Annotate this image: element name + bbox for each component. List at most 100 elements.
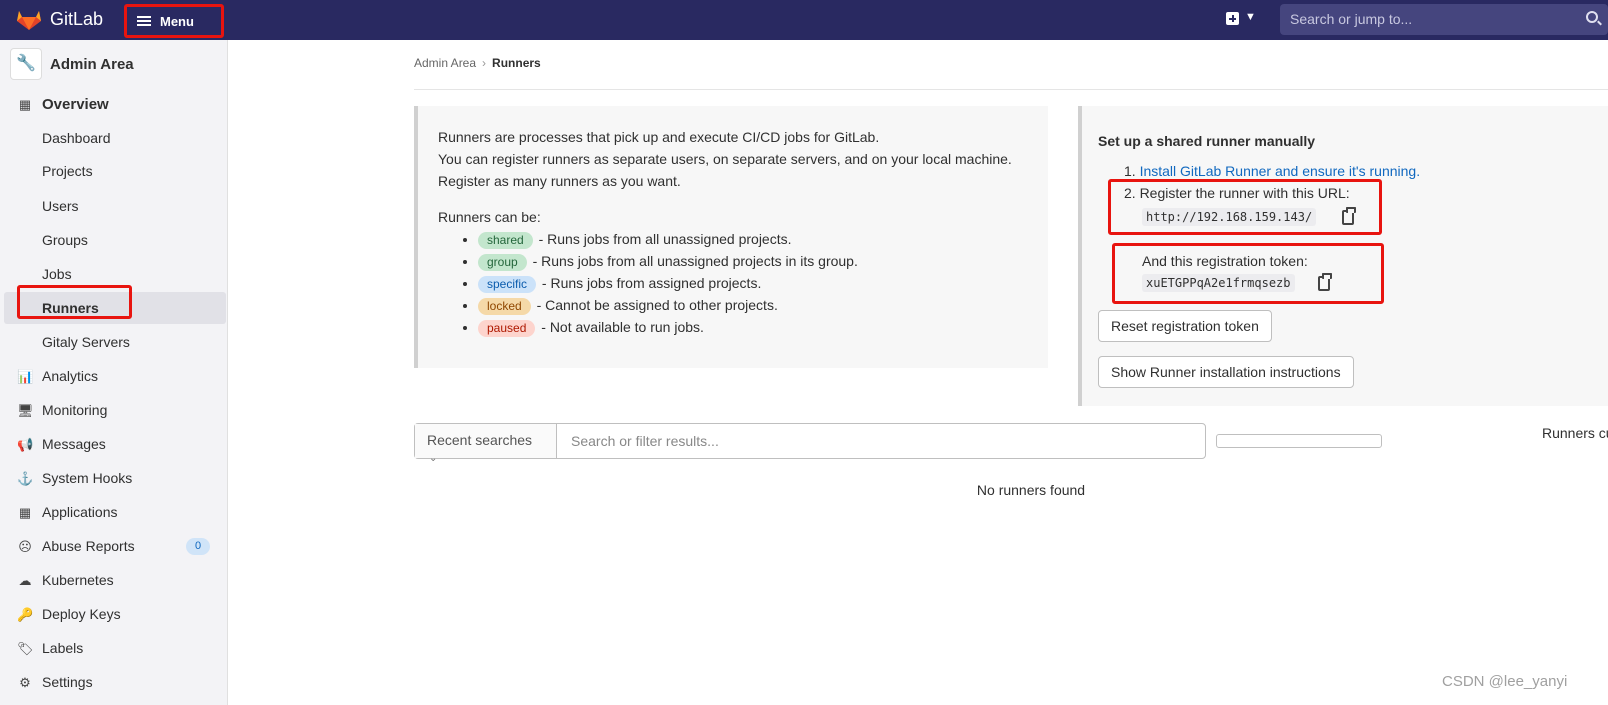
sidebar-item-overview[interactable]: ▦ Overview <box>4 88 226 120</box>
plus-square-icon <box>1226 12 1239 25</box>
hook-icon: ⚓ <box>17 471 34 486</box>
info-line-1: Runners are processes that pick up and e… <box>438 129 880 145</box>
sidebar-item-label: Groups <box>42 232 88 248</box>
key-icon: 🔑 <box>17 607 34 622</box>
runner-type-description: - Runs jobs from all unassigned projects… <box>534 231 792 247</box>
sidebar-item-label: Messages <box>42 436 106 452</box>
search-icon <box>1586 11 1598 23</box>
sidebar-item-users[interactable]: Users <box>4 190 226 222</box>
sidebar-item-label: Settings <box>42 674 93 690</box>
list-item: locked - Cannot be assigned to other pro… <box>478 294 1028 316</box>
sidebar-item-label: Projects <box>42 163 93 179</box>
runners-highlight-box <box>17 285 132 319</box>
breadcrumb-parent[interactable]: Admin Area <box>414 56 476 70</box>
shared-badge: shared <box>478 232 533 249</box>
watermark: CSDN @lee_yanyi <box>1442 673 1568 690</box>
reset-registration-token-button[interactable]: Reset registration token <box>1098 310 1272 342</box>
chevron-down-icon: ⌄ <box>429 453 438 464</box>
overview-icon: ▦ <box>18 97 32 112</box>
sidebar-item-label: Dashboard <box>42 130 111 146</box>
menu-button[interactable]: Menu <box>124 4 224 38</box>
sidebar-item-system-hooks[interactable]: ⚓ System Hooks <box>4 462 226 494</box>
sidebar-item-label: Gitaly Servers <box>42 334 130 350</box>
step-number: 1. <box>1124 163 1136 179</box>
runner-type-description: - Runs jobs from assigned projects. <box>538 275 762 291</box>
info-line-3: Register as many runners as you want. <box>438 173 681 189</box>
runner-types-list: shared - Runs jobs from all unassigned p… <box>438 228 1028 338</box>
list-item: group - Runs jobs from all unassigned pr… <box>478 250 1028 272</box>
list-item: paused - Not available to run jobs. <box>478 316 1028 338</box>
sidebar-item-gitaly-servers[interactable]: Gitaly Servers <box>4 326 226 358</box>
label-icon: 🏷 <box>17 641 34 656</box>
sidebar-item-applications[interactable]: ▦ Applications <box>4 496 226 528</box>
empty-state-message: No runners found <box>976 482 1086 498</box>
setup-step-1: 1. Install GitLab Runner and ensure it's… <box>1124 163 1420 179</box>
sidebar-item-analytics[interactable]: 📊 Analytics <box>4 360 226 392</box>
runners-filter-bar: Recent searches ⌄ Search or filter resul… <box>414 423 1206 464</box>
info-line-2: You can register runners as separate use… <box>438 151 1012 167</box>
sidebar-item-abuse-reports[interactable]: ☹ Abuse Reports 0 <box>4 530 226 562</box>
sidebar-item-deploy-keys[interactable]: 🔑 Deploy Keys <box>4 598 226 630</box>
sidebar-item-label: Abuse Reports <box>42 538 135 554</box>
sidebar-item-settings[interactable]: ⚙ Settings <box>4 666 226 698</box>
new-dropdown-button[interactable]: ▼ <box>1222 11 1258 29</box>
locked-badge: locked <box>478 298 531 315</box>
sidebar-item-messages[interactable]: 📢 Messages <box>4 428 226 460</box>
sidebar-item-projects[interactable]: Projects <box>4 155 226 187</box>
sort-dropdown[interactable] <box>1216 434 1382 448</box>
sidebar-item-groups[interactable]: Groups <box>4 224 226 256</box>
url-highlight-box <box>1108 179 1382 235</box>
sidebar-item-label: Kubernetes <box>42 572 114 588</box>
frown-icon: ☹ <box>18 539 32 554</box>
filter-search-input[interactable]: Search or filter results... <box>571 433 719 449</box>
show-installation-instructions-button[interactable]: Show Runner installation instructions <box>1098 356 1354 388</box>
recent-searches-dropdown[interactable]: Recent searches ⌄ <box>415 424 557 464</box>
gear-icon: ⚙ <box>19 675 31 690</box>
sidebar-item-monitoring[interactable]: 🖥 Monitoring <box>4 394 226 426</box>
sidebar-title: Admin Area <box>50 56 134 73</box>
abuse-reports-count-badge: 0 <box>186 538 210 555</box>
runners-can-be-label: Runners can be: <box>438 209 541 225</box>
chevron-down-icon: ▼ <box>1245 11 1256 23</box>
sidebar-item-label: Jobs <box>42 266 72 282</box>
breadcrumb-separator-icon: › <box>482 56 487 70</box>
runner-type-description: - Not available to run jobs. <box>537 319 704 335</box>
sidebar: 🔧 Admin Area ▦ Overview Dashboard Projec… <box>0 40 228 705</box>
sidebar-item-label: Deploy Keys <box>42 606 121 622</box>
chart-icon: 📊 <box>17 369 34 384</box>
gitlab-logo-icon[interactable] <box>16 7 42 31</box>
setup-title: Set up a shared runner manually <box>1098 133 1316 149</box>
sidebar-item-label: System Hooks <box>42 470 133 486</box>
top-navbar: GitLab Menu ▼ Search or jump to... <box>0 0 1608 40</box>
runner-type-description: - Cannot be assigned to other projects. <box>532 297 778 313</box>
list-item: specific - Runs jobs from assigned proje… <box>478 272 1028 294</box>
sidebar-item-label: Monitoring <box>42 402 108 418</box>
search-placeholder: Search or jump to... <box>1290 11 1413 27</box>
runner-type-description: - Runs jobs from all unassigned projects… <box>528 253 858 269</box>
sidebar-item-labels[interactable]: 🏷 Labels <box>4 632 226 664</box>
header-divider <box>414 89 1608 90</box>
sidebar-header[interactable]: 🔧 Admin Area <box>8 48 220 82</box>
paused-badge: paused <box>478 320 536 337</box>
install-runner-link[interactable]: Install GitLab Runner and ensure it's ru… <box>1140 163 1421 179</box>
wrench-icon: 🔧 <box>10 48 42 80</box>
list-item: shared - Runs jobs from all unassigned p… <box>478 228 1028 250</box>
sidebar-item-label: Labels <box>42 640 84 656</box>
sidebar-item-kubernetes[interactable]: ☁ Kubernetes <box>4 564 226 596</box>
hamburger-icon <box>137 16 151 26</box>
sidebar-item-label: Overview <box>42 96 109 113</box>
grid-icon: ▦ <box>18 505 32 520</box>
sidebar-item-label: Applications <box>42 504 118 520</box>
global-search-input[interactable]: Search or jump to... <box>1280 4 1608 35</box>
runners-count-label: Runners cu <box>1542 425 1608 441</box>
brand-name[interactable]: GitLab <box>50 9 103 30</box>
specific-badge: specific <box>478 276 537 293</box>
kubernetes-icon: ☁ <box>18 573 32 588</box>
token-highlight-box <box>1112 243 1384 304</box>
recent-searches-label: Recent searches <box>427 432 533 448</box>
sidebar-item-dashboard[interactable]: Dashboard <box>4 122 226 154</box>
runners-info-panel: Runners are processes that pick up and e… <box>414 106 1048 368</box>
sidebar-item-label: Users <box>42 198 79 214</box>
sidebar-item-label: Analytics <box>42 368 99 384</box>
monitor-icon: 🖥 <box>17 403 34 418</box>
